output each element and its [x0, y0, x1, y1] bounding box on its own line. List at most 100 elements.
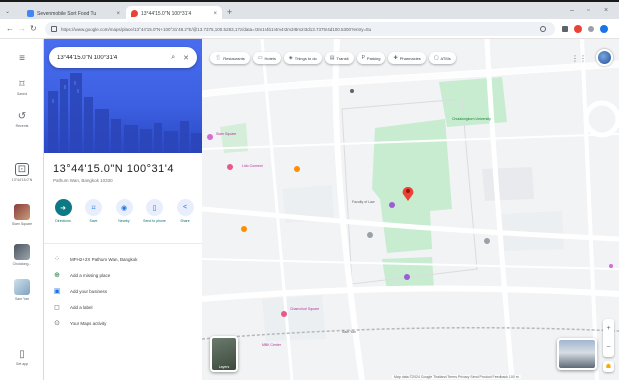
star-icon[interactable]	[540, 26, 546, 32]
directions-button[interactable]: ➜ Directions	[50, 199, 76, 223]
place-thumbnail	[14, 204, 30, 220]
nearby-button[interactable]: ◉ Nearby	[111, 199, 137, 223]
apps-grid-icon[interactable]: ⋮⋮	[571, 54, 587, 63]
chip-hotels[interactable]: ▭ Hotels	[252, 52, 281, 64]
category-chips: 🍴 Restaurants ▭ Hotels ◈ Things to do ▤ Tran…	[210, 52, 456, 64]
share-button[interactable]: < Share	[172, 199, 198, 223]
layers-label: Layers	[218, 365, 230, 369]
parking-icon: P	[361, 55, 365, 61]
pin-icon: ⊡	[14, 163, 30, 176]
avatar[interactable]	[596, 49, 613, 66]
rail-recents[interactable]: ↺ Recents	[0, 111, 44, 128]
plus-code-icon: ⁘	[54, 256, 60, 263]
attraction-icon: ◈	[288, 55, 293, 61]
rail-recent-place[interactable]: Chulalong...	[0, 244, 44, 266]
chip-label: ATMs	[440, 55, 451, 61]
rail-recent-place[interactable]: Siam Square	[0, 204, 44, 226]
rail-label: Chulalong...	[12, 262, 32, 266]
address-bar[interactable]: https://www.google.com/maps/place/13°44'…	[45, 22, 555, 36]
save-button[interactable]: ⌑ Save	[81, 199, 107, 223]
map-label[interactable]: Chulalongkorn University	[452, 117, 491, 121]
place-thumbnail	[14, 279, 30, 295]
university-green	[372, 119, 452, 253]
zoom-in-icon[interactable]: +	[606, 325, 610, 332]
new-tab-icon[interactable]: +	[227, 7, 232, 17]
rail-label: Saved	[17, 92, 27, 96]
chip-label: Things to do	[294, 55, 317, 61]
chip-parking[interactable]: P Parking	[356, 52, 386, 64]
rail-get-app[interactable]: ▯ Get app	[0, 349, 44, 366]
add-business-row[interactable]: ▣ Add your business	[44, 283, 202, 299]
zoom-out-icon[interactable]: −	[606, 344, 610, 351]
site-info-icon[interactable]	[51, 26, 57, 32]
profile-ext-icon[interactable]	[574, 25, 582, 33]
rail-saved[interactable]: ⌑ Saved	[0, 79, 44, 96]
restaurant-icon: 🍴	[215, 55, 222, 61]
extensions-icon[interactable]	[562, 26, 568, 32]
divider	[44, 243, 202, 244]
map-canvas[interactable]: Chulalongkorn University Faculty of Law …	[202, 39, 619, 380]
search-icon[interactable]: ⌕	[171, 54, 175, 62]
close-icon[interactable]: ×	[116, 11, 120, 17]
pegman-icon[interactable]: ☗	[603, 361, 614, 372]
hotel-icon: ▭	[257, 55, 263, 61]
map-label[interactable]: Lido Connect	[242, 164, 263, 168]
minimize-icon[interactable]: –	[570, 7, 574, 14]
rail-current-place[interactable]: ⊡ 13°44'15.0"N	[0, 163, 44, 182]
close-icon[interactable]: ×	[213, 11, 217, 17]
chip-transit[interactable]: ▤ Transit	[324, 52, 354, 64]
place-hero-image[interactable]: ⌕ ✕	[44, 39, 202, 153]
layers-button[interactable]: Layers	[210, 336, 238, 372]
action-label: Directions	[55, 219, 71, 223]
back-icon[interactable]: ←	[6, 24, 14, 33]
pharmacy-icon: ✚	[393, 55, 398, 61]
chip-label: Pharmacies	[399, 55, 421, 61]
tab-favicon	[131, 10, 138, 17]
nearby-icon: ◉	[115, 199, 133, 216]
place-thumbnail	[14, 244, 30, 260]
action-label: Share	[180, 219, 190, 223]
rail-label: Sam Yan	[14, 297, 30, 301]
chip-things-to-do[interactable]: ◈ Things to do	[283, 52, 322, 64]
maximize-icon[interactable]: ▫	[587, 7, 589, 14]
map-footer: Map data ©2024 Google Thailand Terms Pri…	[392, 375, 521, 379]
add-place-icon: ⊕	[54, 272, 60, 279]
tab-search-icon[interactable]: ⌄	[5, 8, 10, 15]
downloads-icon[interactable]	[588, 26, 594, 32]
map-label[interactable]: Faculty of Law	[352, 200, 375, 204]
rail-menu[interactable]: ≡	[0, 53, 44, 64]
chip-pharmacies[interactable]: ✚ Pharmacies	[388, 52, 426, 64]
add-missing-place-row[interactable]: ⊕ Add a missing place	[44, 267, 202, 283]
atm-icon: ▢	[433, 55, 439, 61]
rail-label: Siam Square	[11, 222, 33, 226]
forward-icon[interactable]: →	[18, 24, 26, 33]
plus-code-row[interactable]: ⁘ MFH2+2X Pathum Wan, Bangkok	[44, 251, 202, 267]
search-input[interactable]	[57, 54, 164, 61]
chip-restaurants[interactable]: 🍴 Restaurants	[210, 52, 250, 64]
search-box[interactable]: ⌕ ✕	[49, 47, 197, 68]
chip-atms[interactable]: ▢ ATMs	[428, 52, 456, 64]
street-view-thumbnail[interactable]	[557, 338, 597, 370]
place-subtitle: Pathum Wan, Bangkok 10330	[53, 178, 113, 183]
action-label: Send to phone	[143, 219, 166, 223]
reload-icon[interactable]: ↻	[30, 24, 37, 33]
map-label[interactable]: Siam Square	[216, 132, 236, 136]
share-icon: <	[176, 199, 194, 216]
close-window-icon[interactable]: ×	[604, 7, 608, 14]
tab-title: 13°44'15.0"N 100°31'4	[141, 10, 192, 17]
label-icon: ◻	[54, 304, 60, 311]
rail-label: Get app	[15, 362, 29, 366]
phone-icon: ▯	[146, 199, 163, 216]
phone-icon: ▯	[19, 349, 25, 360]
map-label[interactable]: Chamchuri Square	[290, 307, 319, 311]
map-label[interactable]: Sam Yan	[342, 330, 356, 334]
add-label-row[interactable]: ◻ Add a label	[44, 299, 202, 315]
profile-icon[interactable]	[600, 25, 608, 33]
rail-recent-place[interactable]: Sam Yan	[0, 279, 44, 301]
close-icon[interactable]: ✕	[183, 54, 189, 62]
place-title: 13°44'15.0"N 100°31'4	[53, 163, 174, 175]
send-to-phone-button[interactable]: ▯ Send to phone	[142, 199, 168, 223]
map-label[interactable]: MBK Center	[262, 343, 281, 347]
action-label: Nearby	[118, 219, 130, 223]
maps-activity-row[interactable]: ⊙ Your Maps activity	[44, 315, 202, 331]
